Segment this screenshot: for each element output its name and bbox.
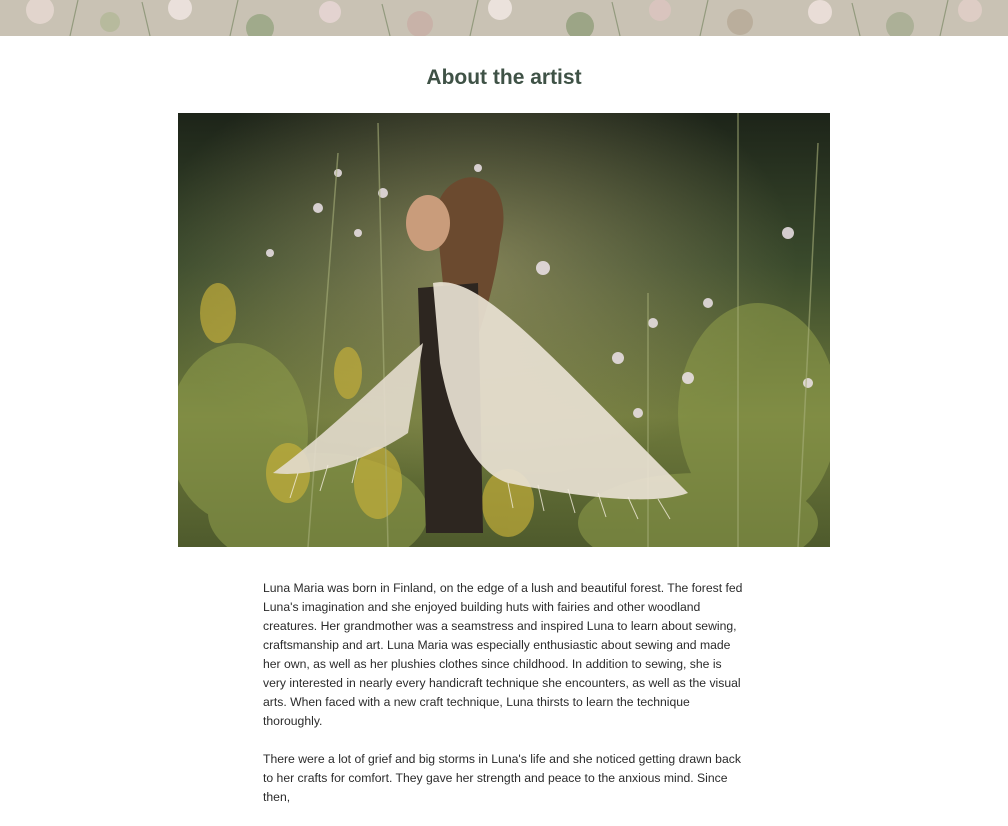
banner-image <box>0 0 1008 36</box>
page-title: About the artist <box>426 66 582 89</box>
bio-paragraph: Luna Maria was born in Finland, on the e… <box>263 581 743 728</box>
artist-bio: Luna Maria was born in Finland, on the e… <box>263 579 748 826</box>
artist-photo <box>178 113 830 547</box>
wildflower-banner-graphic <box>0 0 1008 36</box>
bio-paragraph: There were a lot of grief and big storms… <box>263 752 741 804</box>
artist-photo-graphic <box>178 113 830 547</box>
